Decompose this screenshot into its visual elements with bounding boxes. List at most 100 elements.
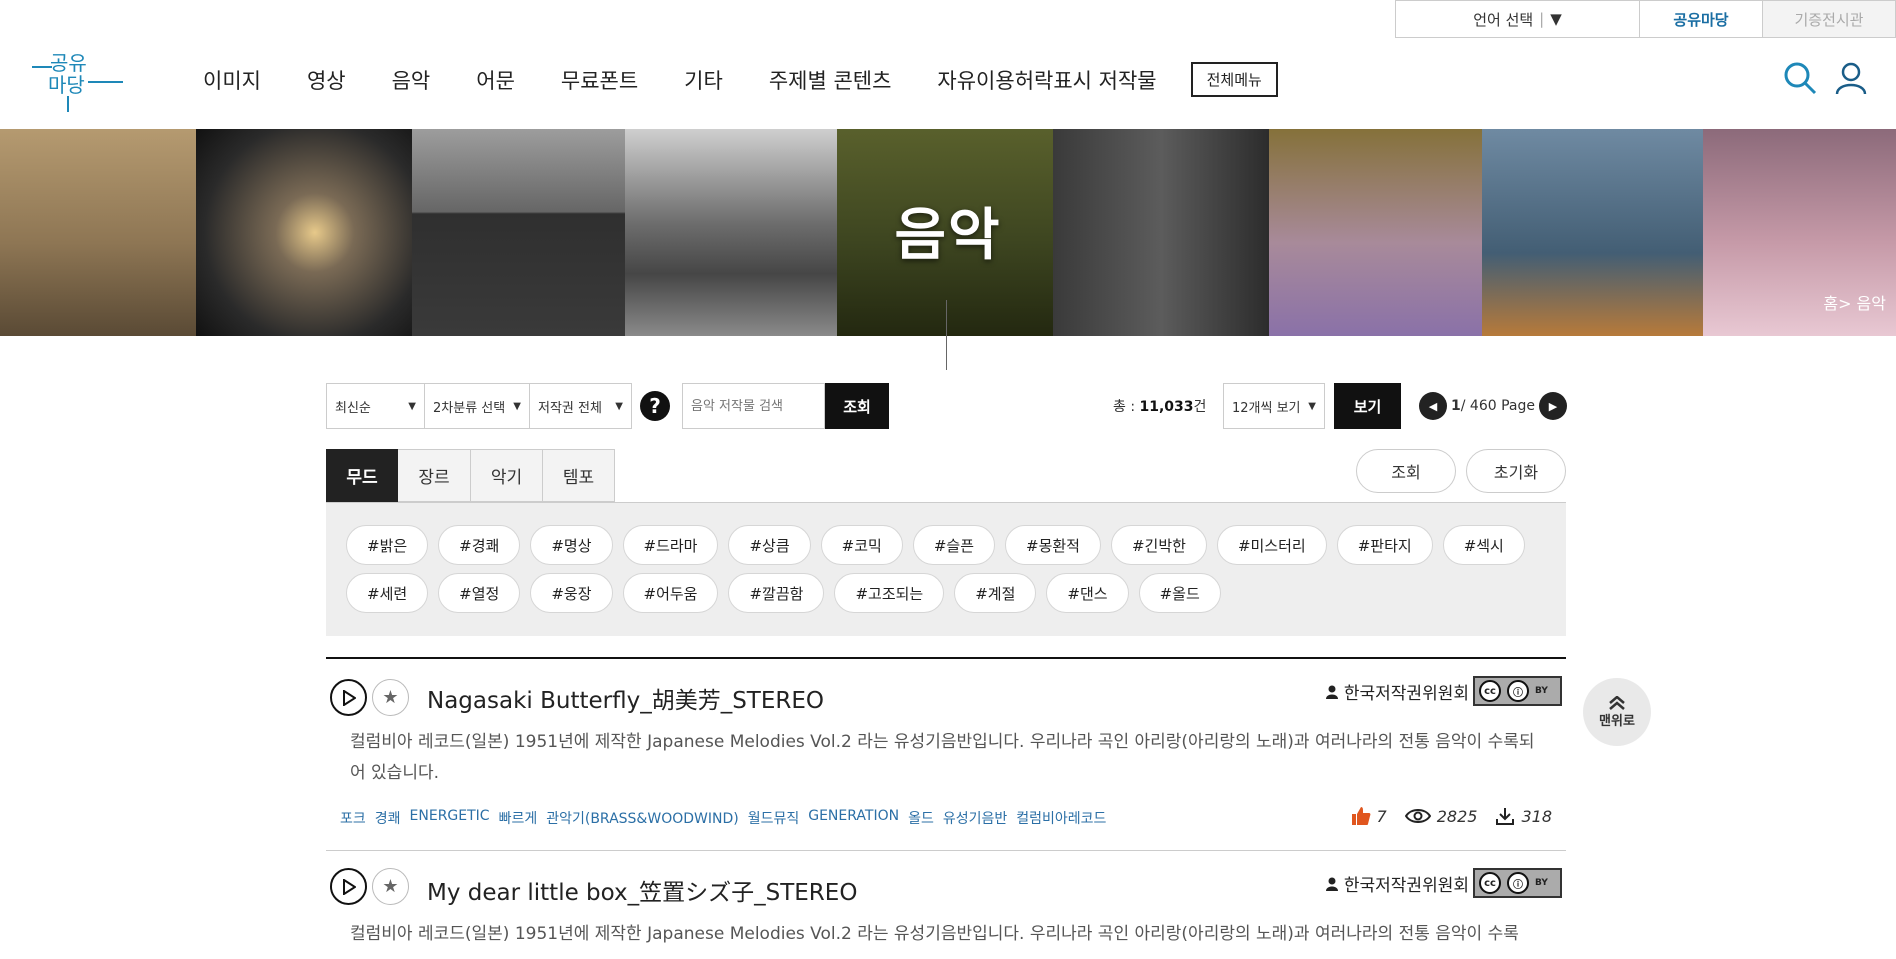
- language-select[interactable]: 언어 선택 | ▼: [1395, 0, 1640, 38]
- mood-tag[interactable]: #명상: [530, 525, 613, 565]
- page-title: 음악: [894, 203, 1002, 268]
- nav-text[interactable]: 어문: [476, 65, 515, 95]
- view-count: 2825: [1404, 806, 1478, 826]
- item-title[interactable]: My dear little box_笠置シズ子_STEREO: [427, 873, 857, 907]
- view-value: 2825: [1436, 806, 1478, 826]
- tag-search-button[interactable]: 조회: [1356, 449, 1456, 493]
- mood-tag[interactable]: #긴박한: [1110, 525, 1207, 565]
- next-page-icon[interactable]: ▶: [1538, 392, 1567, 420]
- mood-tag[interactable]: #세련: [346, 573, 429, 613]
- cc-by-label: BY: [1535, 878, 1548, 888]
- mood-tag[interactable]: #열정: [438, 573, 521, 613]
- cc-icon: cc: [1479, 872, 1501, 894]
- mood-tag[interactable]: #드라마: [622, 525, 719, 565]
- keyword-list: 포크 경쾌 ENERGETIC 빠르게 관악기(BRASS&WOODWIND) 월드뮤직 G…: [340, 808, 1106, 828]
- keyword-link[interactable]: 빠르게: [499, 808, 538, 828]
- play-icon[interactable]: [330, 679, 367, 716]
- total-label: 총 :: [1113, 399, 1140, 415]
- tag-reset-button[interactable]: 초기화: [1466, 449, 1566, 493]
- item-description: 컬럼비아 레코드(일본) 1951년에 제작한 Japanese Melodie…: [350, 924, 1519, 944]
- mood-tag[interactable]: #어두움: [622, 573, 719, 613]
- search-icon[interactable]: [1782, 60, 1818, 96]
- license-select[interactable]: 저작권 전체 ▼: [530, 383, 632, 429]
- tab-mood[interactable]: 무드: [326, 449, 398, 502]
- download-count[interactable]: 318: [1495, 806, 1552, 826]
- chevron-down-icon: ▼: [1308, 400, 1316, 412]
- keyword-link[interactable]: 올드: [908, 808, 934, 828]
- mood-tag[interactable]: #고조되는: [834, 573, 945, 613]
- back-to-top-button[interactable]: 맨위로: [1583, 678, 1651, 746]
- cc-icon: cc: [1479, 680, 1501, 702]
- mood-tag[interactable]: #슬픈: [912, 525, 995, 565]
- keyword-link[interactable]: GENERATION: [808, 808, 899, 828]
- mood-tag[interactable]: #섹시: [1442, 525, 1525, 565]
- view-button[interactable]: 보기: [1334, 383, 1401, 429]
- star-icon[interactable]: ★: [372, 868, 409, 905]
- author-name: 한국저작권위원회: [1343, 684, 1469, 704]
- item-description: 컬럼비아 레코드(일본) 1951년에 제작한 Japanese Melodie…: [350, 732, 1535, 783]
- nav-free-font[interactable]: 무료폰트: [561, 65, 638, 95]
- keyword-link[interactable]: 컬럼비아레코드: [1016, 808, 1106, 828]
- divider: |: [1539, 10, 1545, 28]
- item-author: 한국저작권위원회: [1325, 679, 1469, 704]
- keyword-link[interactable]: 경쾌: [375, 808, 401, 828]
- mood-tag[interactable]: #웅장: [530, 573, 613, 613]
- sort-select[interactable]: 최신순 ▼: [326, 383, 425, 429]
- license-select-label: 저작권 전체: [538, 400, 602, 416]
- all-menu-button[interactable]: 전체메뉴: [1190, 62, 1278, 97]
- download-icon: [1496, 808, 1515, 825]
- mood-tag[interactable]: #밝은: [346, 525, 429, 565]
- download-value: 318: [1521, 806, 1552, 826]
- mood-tag[interactable]: #코믹: [820, 525, 903, 565]
- category2-select[interactable]: 2차분류 선택 ▼: [425, 383, 530, 429]
- divider: [946, 300, 947, 370]
- nav-video[interactable]: 영상: [307, 65, 346, 95]
- mood-tag[interactable]: #몽환적: [1005, 525, 1101, 565]
- cc-by-license-badge: cc ⓘ BY: [1473, 676, 1562, 706]
- nav-theme-content[interactable]: 주제별 콘텐츠: [769, 65, 892, 95]
- donated-gallery-link[interactable]: 기증전시관: [1763, 0, 1896, 38]
- chevron-down-icon: ▼: [1550, 10, 1562, 28]
- user-icon[interactable]: [1833, 60, 1869, 96]
- keyword-link[interactable]: 월드뮤직: [748, 808, 800, 828]
- search-input[interactable]: [682, 383, 825, 429]
- item-stats: 7 2825 318: [1351, 806, 1552, 826]
- nav-image[interactable]: 이미지: [203, 65, 261, 95]
- shared-madang-link[interactable]: 공유마당: [1640, 0, 1763, 38]
- mood-tag[interactable]: #계절: [954, 573, 1037, 613]
- category-tabs: 무드 장르 악기 템포: [326, 449, 615, 502]
- site-logo[interactable]: 공유 마당: [30, 44, 125, 114]
- mood-tag[interactable]: #미스터리: [1216, 525, 1327, 565]
- sort-select-label: 최신순: [335, 400, 371, 416]
- mood-tag[interactable]: #댄스: [1046, 573, 1129, 613]
- mood-tag[interactable]: #판타지: [1336, 525, 1433, 565]
- per-page-select[interactable]: 12개씩 보기 ▼: [1223, 383, 1325, 429]
- nav-music[interactable]: 음악: [392, 65, 431, 95]
- star-icon[interactable]: ★: [372, 679, 409, 716]
- mood-tag[interactable]: #상큼: [728, 525, 811, 565]
- keyword-link[interactable]: 관악기(BRASS&WOODWIND): [546, 808, 738, 828]
- nav-etc[interactable]: 기타: [684, 65, 723, 95]
- author-name: 한국저작권위원회: [1343, 876, 1469, 896]
- keyword-link[interactable]: ENERGETIC: [410, 808, 490, 828]
- breadcrumb[interactable]: 홈> 음악: [1823, 290, 1886, 314]
- mood-tag[interactable]: #경쾌: [438, 525, 521, 565]
- tab-instrument[interactable]: 악기: [471, 449, 543, 502]
- person-icon: [1325, 685, 1338, 699]
- chevron-down-icon: ▼: [408, 400, 416, 412]
- nav-free-license[interactable]: 자유이용허락표시 저작물: [937, 65, 1156, 95]
- mood-tag[interactable]: #깔끔함: [728, 573, 825, 613]
- like-count[interactable]: 7: [1351, 806, 1387, 826]
- play-icon[interactable]: [330, 868, 367, 905]
- list-item: ★ My dear little box_笠置シズ子_STEREO 한국저작권위…: [326, 851, 1566, 959]
- eye-icon: [1404, 809, 1431, 823]
- keyword-link[interactable]: 포크: [340, 808, 366, 828]
- prev-page-icon[interactable]: ◀: [1419, 392, 1447, 420]
- keyword-link[interactable]: 유성기음반: [943, 808, 1007, 828]
- tab-genre[interactable]: 장르: [398, 449, 471, 502]
- search-button[interactable]: 조회: [825, 383, 889, 429]
- tab-tempo[interactable]: 템포: [543, 449, 615, 502]
- mood-tag[interactable]: #올드: [1138, 573, 1221, 613]
- help-icon[interactable]: ?: [640, 391, 670, 421]
- item-title[interactable]: Nagasaki Butterfly_胡美芳_STEREO: [427, 681, 824, 715]
